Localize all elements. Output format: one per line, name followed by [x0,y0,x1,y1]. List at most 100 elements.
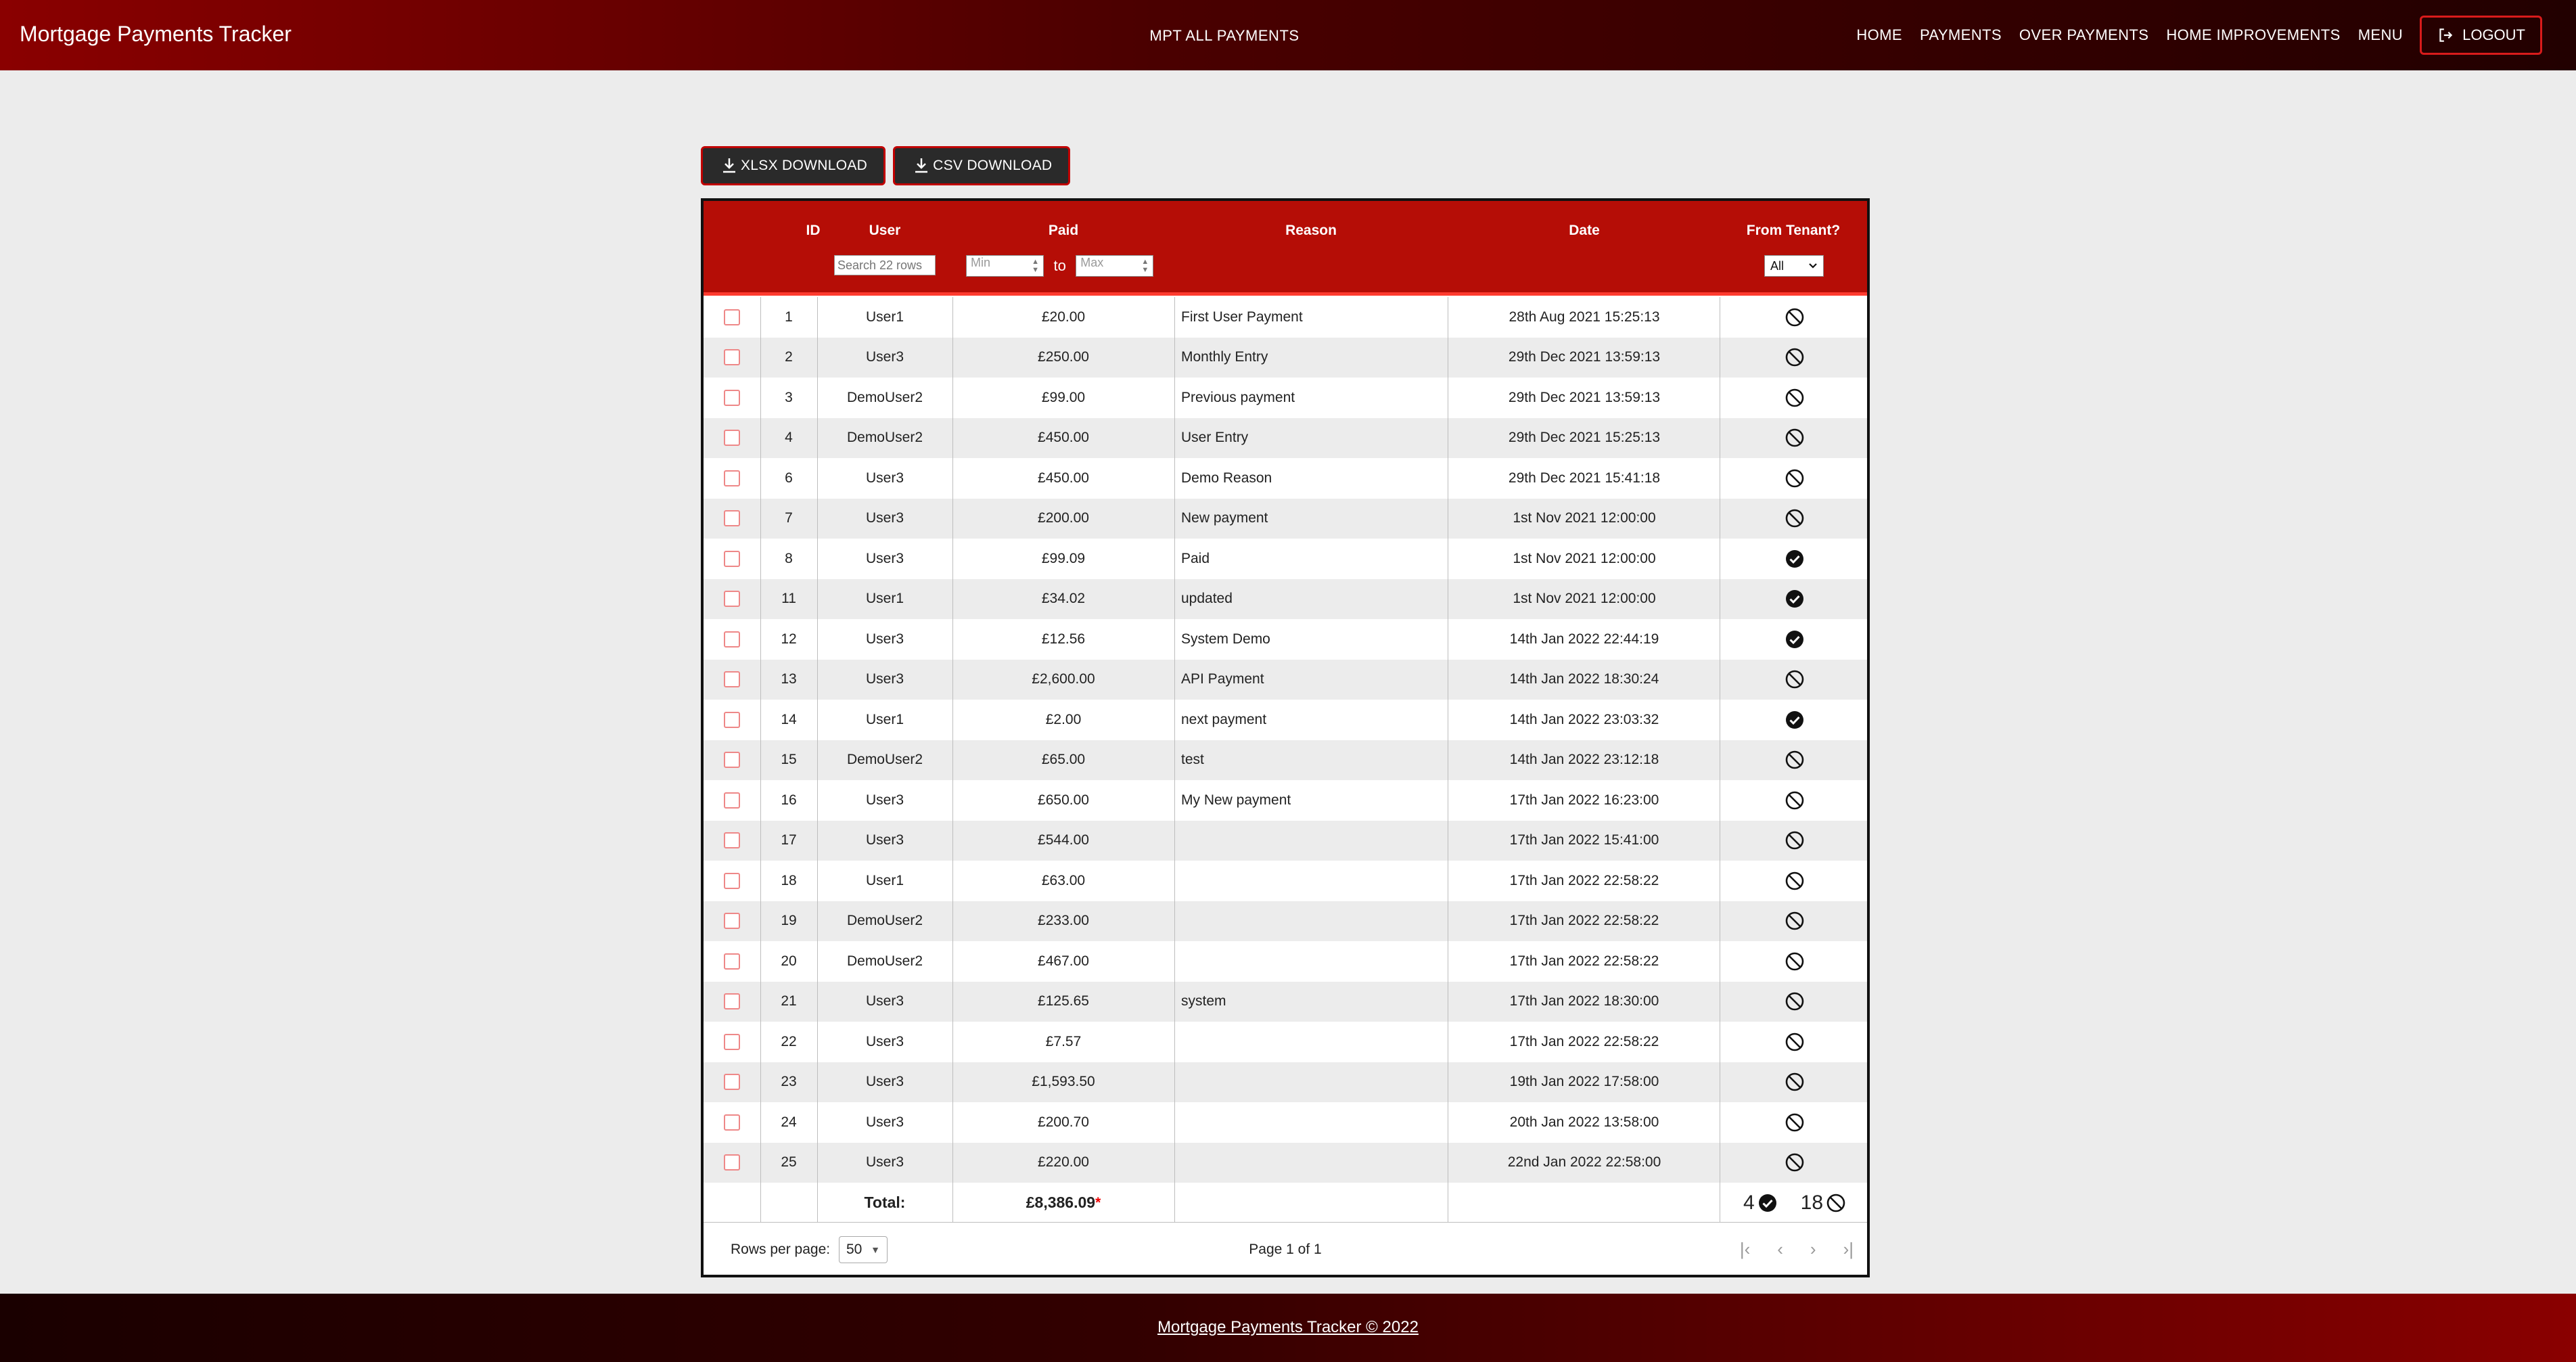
col-header-reason[interactable]: Reason [1174,223,1448,239]
table-row[interactable]: 17 User3 £544.00 17th Jan 2022 15:41:00 [704,820,1867,861]
table-row[interactable]: 4 DemoUser2 £450.00 User Entry 29th Dec 2021… [704,417,1867,458]
row-checkbox[interactable] [724,953,740,970]
row-checkbox[interactable] [724,1074,740,1091]
col-header-user[interactable]: User [817,223,952,239]
first-page-icon[interactable]: |‹ [1740,1239,1750,1260]
nav-payments[interactable]: PAYMENTS [1911,26,2010,44]
table-row[interactable]: 14 User1 £2.00 next payment 14th Jan 2022 23… [704,700,1867,740]
cell-reason: updated [1181,591,1233,607]
prev-page-icon[interactable]: ‹ [1777,1239,1783,1260]
table-row[interactable]: 24 User3 £200.70 20th Jan 2022 13:58:00 [704,1102,1867,1143]
cell-date: 14th Jan 2022 18:30:24 [1509,671,1659,687]
check-circle-icon [1785,629,1805,650]
row-checkbox[interactable] [724,913,740,930]
nav-menu[interactable]: MENU [2349,26,2412,44]
table-row[interactable]: 7 User3 £200.00 New payment 1st Nov 2021 12:… [704,498,1868,539]
row-select-cell [704,780,760,821]
ban-icon [1785,1152,1805,1173]
row-checkbox[interactable] [724,711,740,728]
cell-reason: Demo Reason [1181,470,1272,486]
cell-user: DemoUser2 [846,430,923,446]
tenant-status-cell [1721,579,1868,620]
col-header-from-tenant[interactable]: From Tenant? [1720,223,1867,239]
paid-min-input[interactable]: Min ▲ ▼ [966,255,1044,277]
table-row[interactable]: 23 User3 £1,593.50 19th Jan 2022 17:58:00 [704,1062,1867,1102]
table-row[interactable]: 20 DemoUser2 £467.00 17th Jan 2022 22:58:22 [704,941,1867,982]
cell-reason: User Entry [1181,430,1249,446]
chevron-down-icon [1809,263,1817,269]
row-checkbox[interactable] [724,631,740,648]
row-select-cell [704,378,760,418]
tenant-status-cell [1721,499,1868,539]
cell-user: User3 [865,1074,904,1090]
table-row[interactable]: 3 DemoUser2 £99.00 Previous payment 29th Dec… [704,378,1867,418]
xlsx-download-button[interactable]: XLSX DOWNLOAD [701,146,886,185]
cell-reason: API Payment [1181,671,1264,687]
table-row[interactable]: 12 User3 £12.56 System Demo 14th Jan 2022 22… [704,619,1867,660]
row-checkbox[interactable] [724,309,740,325]
row-checkbox[interactable] [724,792,740,809]
cell-paid: £99.00 [1041,389,1086,405]
last-page-icon[interactable]: ›| [1843,1239,1854,1260]
row-checkbox[interactable] [724,752,740,769]
total-row: Total: £8,386.09 * 4 18 [704,1183,1867,1223]
row-checkbox[interactable] [724,1154,740,1171]
cell-user: User1 [865,591,904,607]
row-checkbox[interactable] [724,349,740,366]
cell-user: User3 [865,550,904,566]
table-row[interactable]: 15 DemoUser2 £65.00 test 14th Jan 2022 23:12… [704,740,1867,780]
col-header-date[interactable]: Date [1448,223,1721,239]
nav-home-improvements[interactable]: HOME IMPROVEMENTS [2157,26,2349,44]
row-checkbox[interactable] [724,993,740,1010]
cell-date: 29th Dec 2021 13:59:13 [1508,349,1661,365]
cell-paid: £544.00 [1038,832,1089,848]
row-checkbox[interactable] [724,671,740,688]
table-row[interactable]: 21 User3 £125.65 system 17th Jan 2022 18:30:… [704,981,1867,1022]
row-checkbox[interactable] [724,510,740,527]
nav-over-payments[interactable]: OVER PAYMENTS [2010,26,2157,44]
spinner-icon[interactable]: ▲ ▼ [1032,258,1039,274]
table-row[interactable]: 2 User3 £250.00 Monthly Entry 29th Dec 2021 … [704,337,1867,378]
cell-paid: £450.00 [1038,470,1089,486]
col-header-paid[interactable]: Paid [952,223,1174,239]
paid-max-input[interactable]: Max ▲ ▼ [1076,255,1154,277]
tenant-status-cell [1721,378,1868,418]
row-checkbox[interactable] [724,1114,740,1131]
cell-id: 2 [785,349,793,365]
csv-download-button[interactable]: CSV DOWNLOAD [893,146,1071,185]
cell-user: User3 [865,470,904,486]
row-checkbox[interactable] [724,550,740,567]
row-checkbox[interactable] [724,1033,740,1050]
table-row[interactable]: 11 User1 £34.02 updated 1st Nov 2021 12:00:0… [704,578,1868,620]
user-search-input[interactable] [834,255,936,275]
row-checkbox[interactable] [724,832,740,849]
table-row[interactable]: 25 User3 £220.00 22nd Jan 2022 22:58:00 [704,1142,1867,1183]
cell-paid: £12.56 [1041,631,1086,647]
row-checkbox[interactable] [724,389,740,406]
table-row[interactable]: 22 User3 £7.57 17th Jan 2022 22:58:22 [704,1022,1867,1062]
check-circle-icon [1785,710,1805,730]
row-checkbox[interactable] [724,430,740,447]
row-select-cell [704,619,760,660]
cell-date: 29th Dec 2021 15:25:13 [1508,430,1661,446]
tenant-filter-select[interactable]: All [1764,255,1824,277]
spinner-icon[interactable]: ▲ ▼ [1141,258,1149,274]
table-row[interactable]: 19 DemoUser2 £233.00 17th Jan 2022 22:58:22 [704,901,1867,941]
row-checkbox[interactable] [724,470,740,486]
cell-date: 29th Dec 2021 15:41:18 [1508,470,1661,486]
footer-link[interactable]: Mortgage Payments Tracker © 2022 [0,1318,2576,1337]
nav-home[interactable]: HOME [1847,26,1911,44]
row-checkbox[interactable] [724,872,740,889]
top-navbar: Mortgage Payments Tracker MPT ALL PAYMEN… [0,0,2576,70]
logout-button[interactable]: LOGOUT [2420,16,2542,55]
table-row[interactable]: 6 User3 £450.00 Demo Reason 29th Dec 2021 15… [704,458,1867,499]
table-row[interactable]: 18 User1 £63.00 17th Jan 2022 22:58:22 [704,861,1867,901]
row-checkbox[interactable] [724,591,740,608]
next-page-icon[interactable]: › [1810,1239,1816,1260]
table-row[interactable]: 13 User3 £2,600.00 API Payment 14th Jan 2022… [704,659,1867,700]
cell-id: 14 [781,711,797,727]
table-row[interactable]: 16 User3 £650.00 My New payment 17th Jan 202… [704,780,1867,821]
table-row[interactable]: 8 User3 £99.09 Paid 1st Nov 2021 12:00:00 [704,539,1867,579]
cell-id: 19 [781,913,797,929]
table-row[interactable]: 1 User1 £20.00 First User Payment 28th Aug 2… [704,297,1867,338]
